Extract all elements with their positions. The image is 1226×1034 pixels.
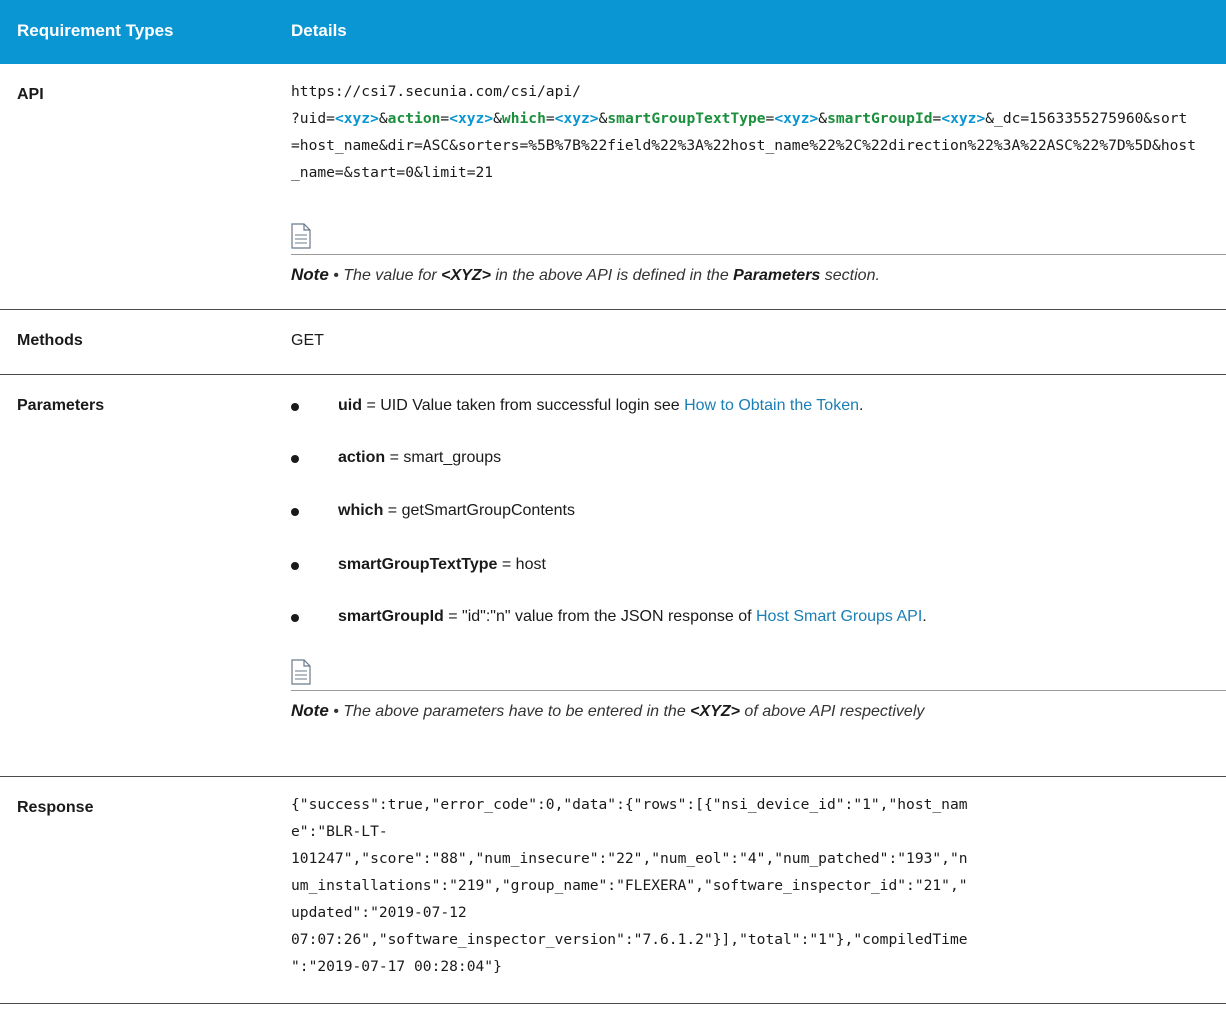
parameters-note: Note • The above parameters have to be e… [291,701,925,720]
table-row-api: API https://csi7.secunia.com/csi/api/ ?u… [0,64,1226,310]
bullet-icon [291,508,299,516]
row-label-response: Response [17,799,94,816]
bullet-icon [291,614,299,622]
row-label-api: API [17,86,44,103]
row-label-methods: Methods [17,332,83,349]
table-row-methods: Methods GET [0,310,1226,375]
table-row-parameters: Parameters uid = UID Value taken from su… [0,375,1226,777]
header-requirement-types: Requirement Types [17,21,174,40]
api-url-block: https://csi7.secunia.com/csi/api/ ?uid=<… [291,78,1226,284]
header-details: Details [291,21,347,40]
api-note: Note • The value for <XYZ> in the above … [291,265,880,284]
note-document-icon [291,659,311,685]
methods-value: GET [291,332,324,349]
note-divider [291,254,1226,255]
requirements-table: Requirement Types Details API https://cs… [0,0,1226,1004]
note-divider [291,690,1226,691]
api-url: https://csi7.secunia.com/csi/api/ ?uid=<… [291,83,1196,181]
table-row-response: Response {"success":true,"error_code":0,… [0,777,1226,1004]
bullet-icon [291,403,299,411]
row-label-parameters: Parameters [17,397,105,414]
table-header: Requirement Types Details [0,0,1226,64]
link-how-to-obtain-token[interactable]: How to Obtain the Token [684,397,859,414]
bullet-icon [291,562,299,570]
bullet-icon [291,455,299,463]
link-host-smart-groups-api[interactable]: Host Smart Groups API [756,608,922,625]
response-body: {"success":true,"error_code":0,"data":{"… [291,796,968,975]
note-document-icon [291,223,311,249]
